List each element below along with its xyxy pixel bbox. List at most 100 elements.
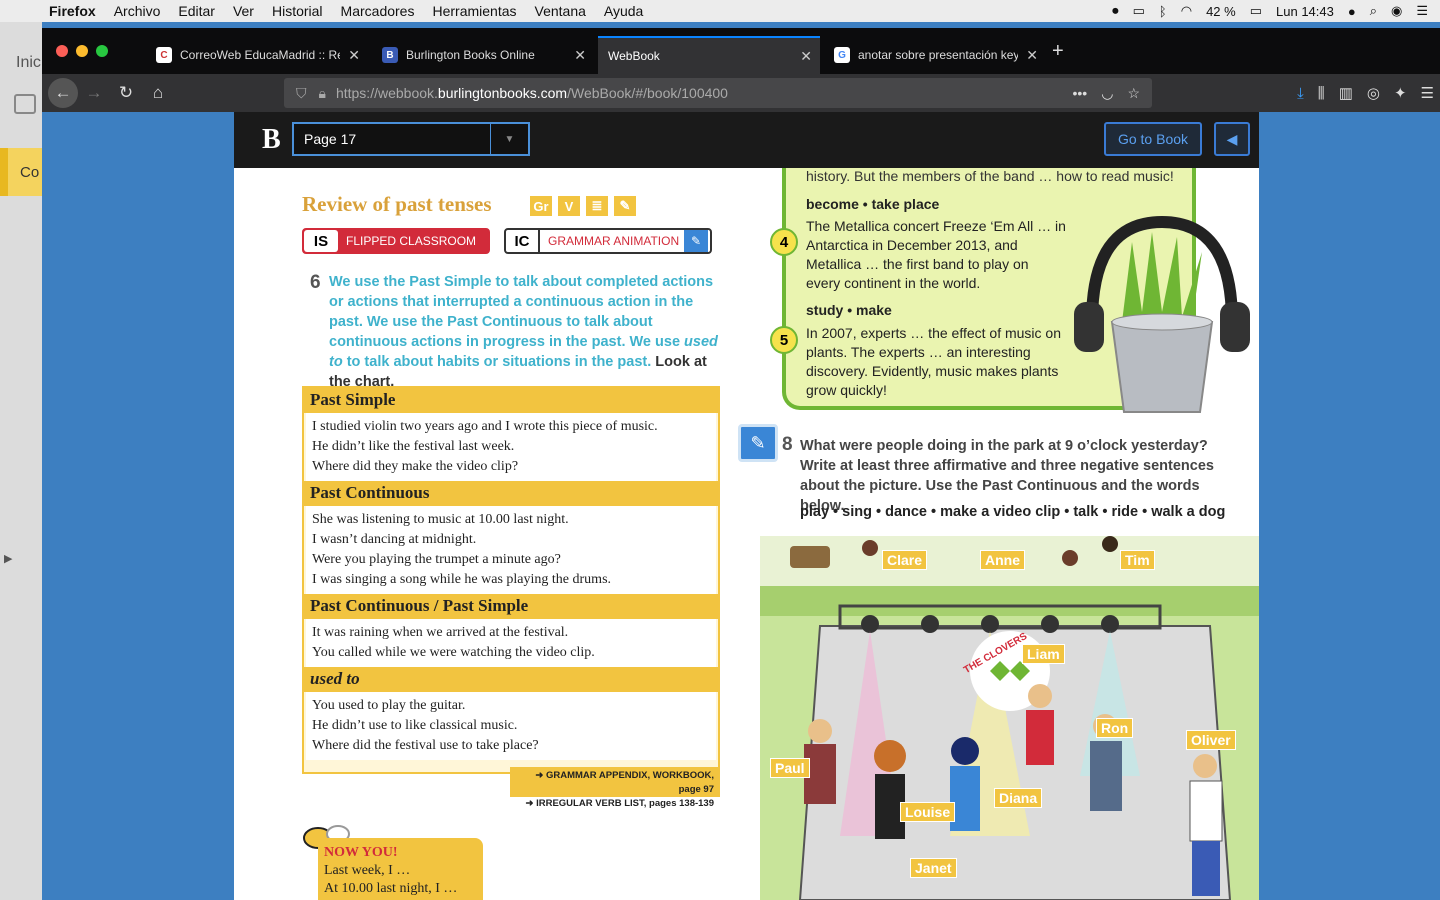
shield-icon[interactable]: ⛉ [296,85,307,102]
chart-heading: Past Simple [304,388,718,413]
flipped-classroom-button[interactable]: IS FLIPPED CLASSROOM [302,228,490,254]
close-window-button[interactable] [56,45,68,57]
book-page: Review of past tenses Gr V ≣ ✎ IS FLIPPE… [234,168,1259,900]
zoom-window-button[interactable] [96,45,108,57]
chart-line: He didn’t use to like classical music. [312,718,518,733]
user-icon[interactable]: ● [1348,4,1356,19]
siri-icon[interactable]: ◉ [1391,3,1402,19]
grammar-animation-icon: IC [506,230,540,252]
name-label-louise: Louise [900,802,956,822]
url-bar[interactable]: ⛉ 🔒︎ https://webbook.burlingtonbooks.com… [284,78,1152,108]
pocket-icon[interactable]: ◡ [1101,85,1113,102]
menu-historial[interactable]: Historial [263,3,332,19]
burlington-logo-icon: B [262,124,281,155]
account-icon[interactable]: ◎ [1367,84,1380,102]
name-label-oliver: Oliver [1186,730,1236,750]
chart-line: She was listening to music at 10.00 last… [312,512,569,527]
document-icon: ≣ [586,196,608,216]
battery-percent[interactable]: 42 % [1206,4,1236,19]
chart-body: She was listening to music at 10.00 last… [306,506,716,594]
page-actions-icon[interactable]: ••• [1073,85,1088,102]
background-window: Inic Co ▶ [0,22,42,900]
tab-correoweb[interactable]: C CorreoWeb EducaMadrid :: Red ✕ [146,36,368,74]
record-icon[interactable]: ⏺ [1112,3,1119,19]
clock[interactable]: Lun 14:43 [1276,4,1334,19]
menu-editar[interactable]: Editar [169,3,224,19]
menu-herramientas[interactable]: Herramientas [423,3,525,19]
chart-line: It was raining when we arrived at the fe… [312,625,569,640]
bg-window-selected-item[interactable]: Co [0,148,42,196]
grammar-animation-button[interactable]: IC GRAMMAR ANIMATION ✎ [504,228,712,254]
url-path: /WebBook/#/book/100400 [567,85,728,101]
chart-body: I studied violin two years ago and I wro… [306,413,716,481]
webbook-viewport: ▭ B Page 17 ▼ Go to Book ◀ Review of pas… [42,112,1440,900]
chart-heading: Past Continuous [304,481,718,506]
library-icon[interactable]: ⫼ [1318,85,1325,102]
close-tab-icon[interactable]: ✕ [800,48,812,65]
reload-icon[interactable]: ↻ [110,83,142,103]
edit-pencil-icon[interactable]: ✎ [684,230,708,252]
menu-ayuda[interactable]: Ayuda [595,3,652,19]
close-tab-icon[interactable]: ✕ [574,47,586,64]
airplay-icon[interactable]: ▭ [1133,3,1145,19]
mac-menubar: Firefox Archivo Editar Ver Historial Mar… [0,0,1440,22]
home-icon[interactable]: ⌂ [142,83,174,103]
tab-google-search[interactable]: G anotar sobre presentación key ✕ [824,36,1046,74]
forward-arrow-icon[interactable]: → [78,83,110,103]
menu-archivo[interactable]: Archivo [105,3,170,19]
battery-icon[interactable]: ▭ [1250,3,1262,19]
tab-label: anotar sobre presentación key [858,48,1018,62]
chart-line: Where did the festival use to take place… [312,738,539,753]
item-number-badge: 5 [770,326,798,354]
firefox-window: C CorreoWeb EducaMadrid :: Red ✕ B Burli… [42,28,1440,900]
edit-pencil-icon[interactable]: ✎ [738,424,778,462]
menu-hamburger-icon[interactable]: ☰ [1421,84,1434,102]
chart-body: It was raining when we arrived at the fe… [306,619,716,667]
minimize-window-button[interactable] [76,45,88,57]
grammar-chart: Past Simple I studied violin two years a… [302,386,720,774]
sidebar-icon[interactable]: ▥ [1339,84,1353,102]
wifi-icon[interactable]: ◠ [1181,3,1192,19]
tab-webbook[interactable]: WebBook ✕ [598,36,820,74]
new-tab-plus-icon[interactable]: + [1052,40,1064,63]
bg-window-label: Inic [16,54,41,71]
spotlight-search-icon[interactable]: ⌕ [1370,3,1377,19]
url-text[interactable]: https://webbook.burlingtonbooks.com/WebB… [336,85,728,101]
grammar-appendix-link[interactable]: ➜ GRAMMAR APPENDIX, WORKBOOK, page 97 [516,769,714,797]
lock-icon[interactable]: 🔒︎ [319,85,326,102]
ex6-text-c: to talk about habits or situations in th… [342,354,652,370]
close-tab-icon[interactable]: ✕ [1026,47,1038,64]
close-tab-icon[interactable]: ✕ [348,47,360,64]
writing-icon: ✎ [614,196,636,216]
extension-icon[interactable]: ✦ [1394,84,1407,102]
tab-burlington-books[interactable]: B Burlington Books Online ✕ [372,36,594,74]
notification-center-icon[interactable]: ☰ [1416,3,1428,19]
expand-arrow-icon[interactable]: ▶ [4,552,12,565]
menu-app-name[interactable]: Firefox [40,3,105,19]
bookmark-star-icon[interactable]: ☆ [1127,85,1140,102]
irregular-verb-list-link[interactable]: ➜ IRREGULAR VERB LIST, pages 138-139 [516,797,714,811]
chevron-down-icon[interactable]: ▼ [490,124,528,154]
exercise-text-line: history. But the members of the band … h… [806,168,1174,184]
back-arrow-icon[interactable]: ← [48,78,78,108]
go-to-book-button[interactable]: Go to Book [1104,122,1202,156]
item-verbs: study • make [806,302,892,318]
menu-ventana[interactable]: Ventana [526,3,595,19]
menu-marcadores[interactable]: Marcadores [332,3,424,19]
chart-line: I wasn’t dancing at midnight. [312,532,477,547]
name-label-janet: Janet [910,858,957,878]
plant-with-headphones-image [1074,215,1250,413]
menu-ver[interactable]: Ver [224,3,263,19]
save-icon [14,94,36,114]
chart-heading: used to [304,667,718,692]
appendix-links[interactable]: ➜ GRAMMAR APPENDIX, WORKBOOK, page 97 ➜ … [510,767,720,809]
now-you-line: At 10.00 last night, I … [324,881,458,896]
back-arrow-button[interactable]: ◀ [1214,122,1250,156]
download-icon[interactable]: ⤓ [1297,85,1304,102]
now-you-line: Last week, I … [324,863,411,878]
page-select[interactable]: Page 17 ▼ [292,122,530,156]
park-concert-illustration: Clare Anne Tim Liam Ron Oliver Paul Loui… [760,536,1259,900]
now-you-box: NOW YOU! Last week, I … At 10.00 last ni… [318,838,483,900]
now-you-heading: NOW YOU! [324,845,398,860]
bluetooth-icon[interactable]: ᛒ [1159,4,1167,19]
